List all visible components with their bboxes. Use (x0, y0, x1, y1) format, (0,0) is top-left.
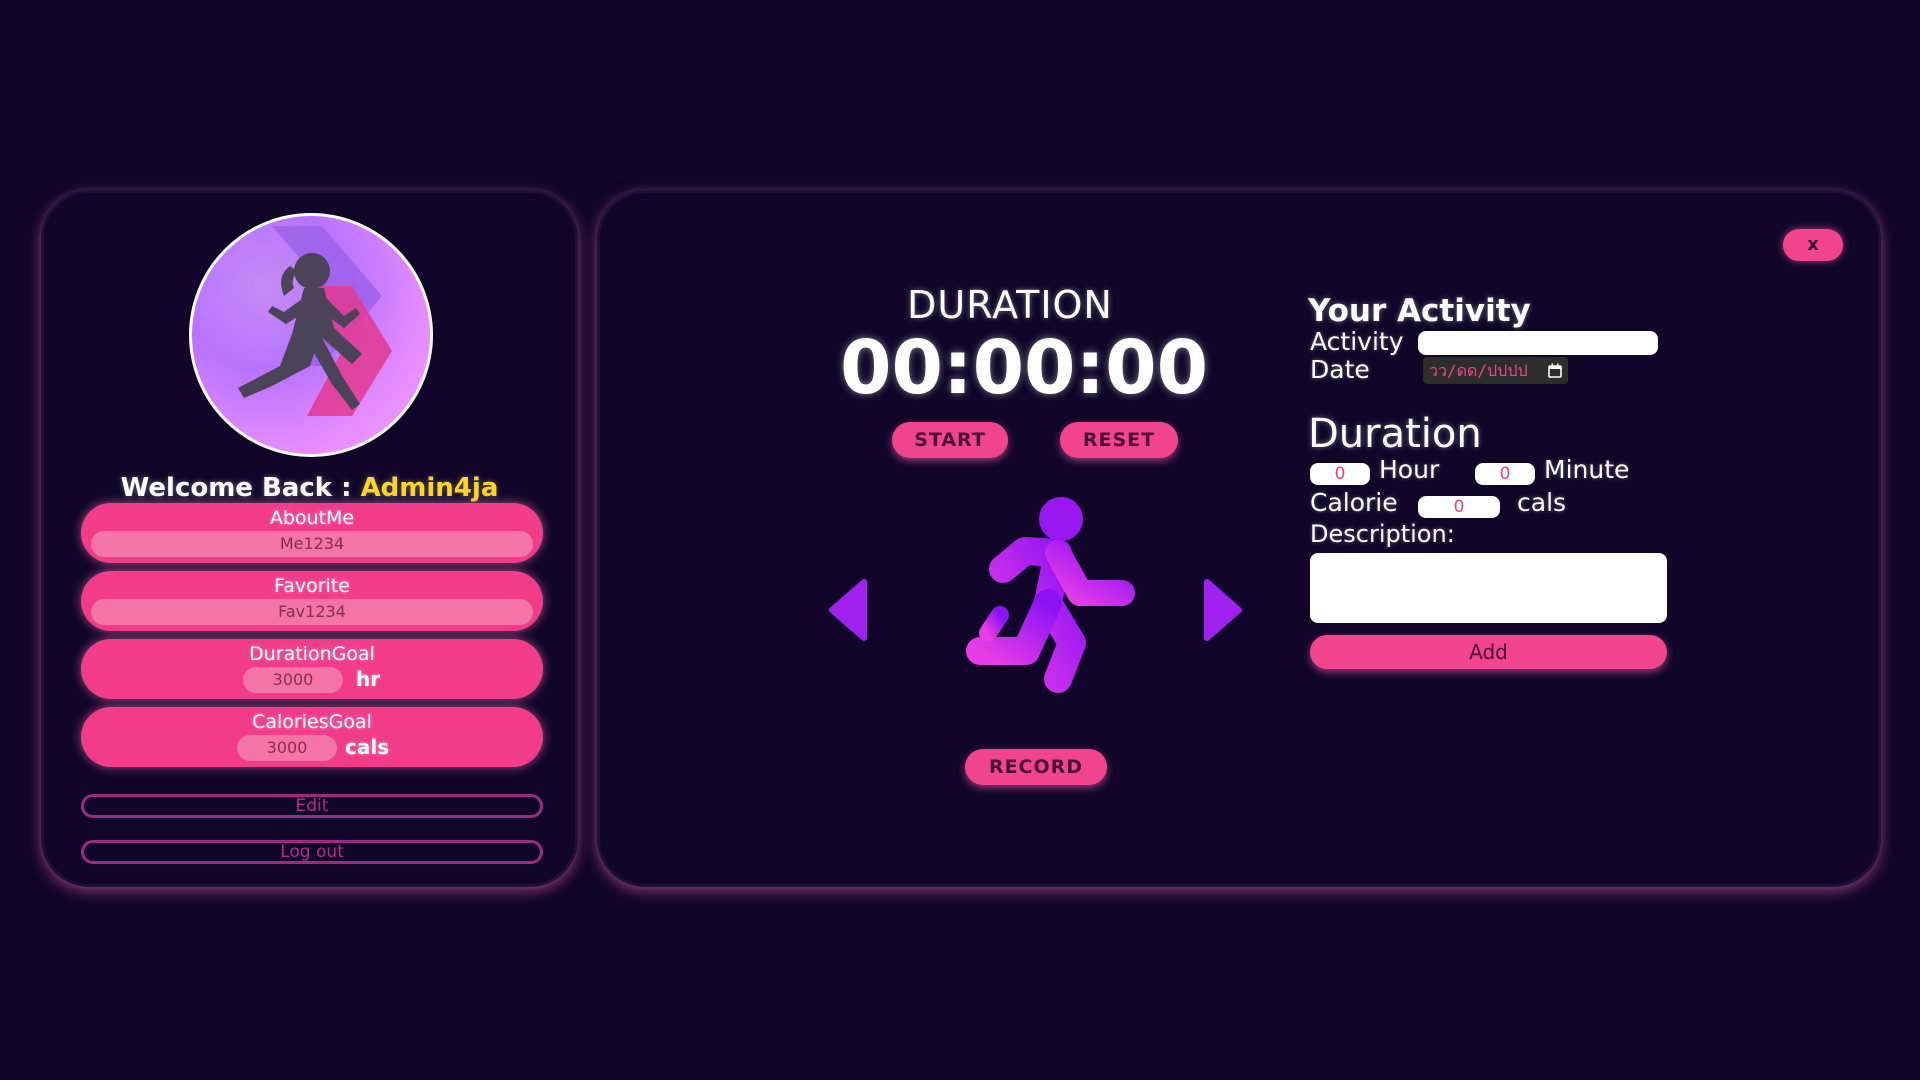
duration-goal-unit: hr (356, 667, 381, 691)
close-button[interactable]: x (1783, 229, 1843, 261)
reset-button[interactable]: RESET (1060, 422, 1178, 458)
activity-form-heading: Your Activity (1308, 293, 1531, 329)
start-button[interactable]: START (892, 422, 1008, 458)
running-woman-avatar-icon (238, 226, 392, 416)
hour-input[interactable]: 0 (1310, 463, 1370, 485)
about-me-field[interactable]: Me1234 (91, 531, 533, 557)
date-label: Date (1310, 355, 1370, 384)
duration-goal-card: DurationGoal 3000 hr (81, 639, 543, 699)
arrow-right-icon[interactable] (1203, 578, 1243, 642)
minute-input[interactable]: 0 (1475, 463, 1535, 485)
favorite-title: Favorite (274, 575, 350, 597)
arrow-left-icon[interactable] (828, 578, 868, 642)
favorite-card: Favorite Fav1234 (81, 571, 543, 631)
profile-panel: Welcome Back : Admin4ja AboutMe Me1234 F… (41, 190, 578, 887)
calendar-icon[interactable] (1548, 363, 1562, 378)
about-me-card: AboutMe Me1234 (81, 503, 543, 563)
calorie-label: Calorie (1310, 488, 1398, 517)
calories-goal-card: CaloriesGoal 3000 cals (81, 707, 543, 767)
duration-goal-title: DurationGoal (249, 643, 375, 665)
welcome-message: Welcome Back : Admin4ja (44, 473, 575, 503)
timer-title: DURATION (907, 283, 1113, 327)
welcome-prefix: Welcome Back : (120, 473, 361, 503)
calories-goal-title: CaloriesGoal (252, 711, 372, 733)
activity-input[interactable] (1418, 331, 1658, 355)
activity-label: Activity (1310, 327, 1404, 356)
date-placeholder: วว/ดด/ปปปป (1429, 361, 1528, 380)
edit-button[interactable]: Edit (81, 794, 543, 818)
profile-avatar (189, 213, 433, 457)
running-person-icon (966, 497, 1135, 693)
description-label: Description: (1310, 520, 1455, 548)
about-me-title: AboutMe (269, 507, 355, 529)
record-button[interactable]: RECORD (965, 749, 1107, 785)
calories-goal-input[interactable]: 3000 (237, 735, 337, 761)
favorite-field[interactable]: Fav1234 (91, 599, 533, 625)
duration-goal-input[interactable]: 3000 (243, 667, 343, 693)
calorie-input[interactable]: 0 (1418, 496, 1500, 518)
duration-heading: Duration (1308, 411, 1482, 457)
username: Admin4ja (360, 473, 499, 503)
add-button[interactable]: Add (1310, 635, 1667, 669)
main-panel: x DURATION 00:00:00 START RESET RECORD Y… (597, 190, 1881, 887)
minute-label: Minute (1544, 455, 1630, 484)
logout-button[interactable]: Log out (81, 840, 543, 864)
hour-label: Hour (1379, 455, 1440, 484)
calorie-unit: cals (1517, 488, 1567, 517)
calories-goal-unit: cals (345, 735, 390, 759)
timer-display: 00:00:00 (840, 325, 1209, 411)
description-textarea[interactable] (1310, 553, 1667, 623)
date-input[interactable]: วว/ดด/ปปปป (1423, 357, 1568, 384)
